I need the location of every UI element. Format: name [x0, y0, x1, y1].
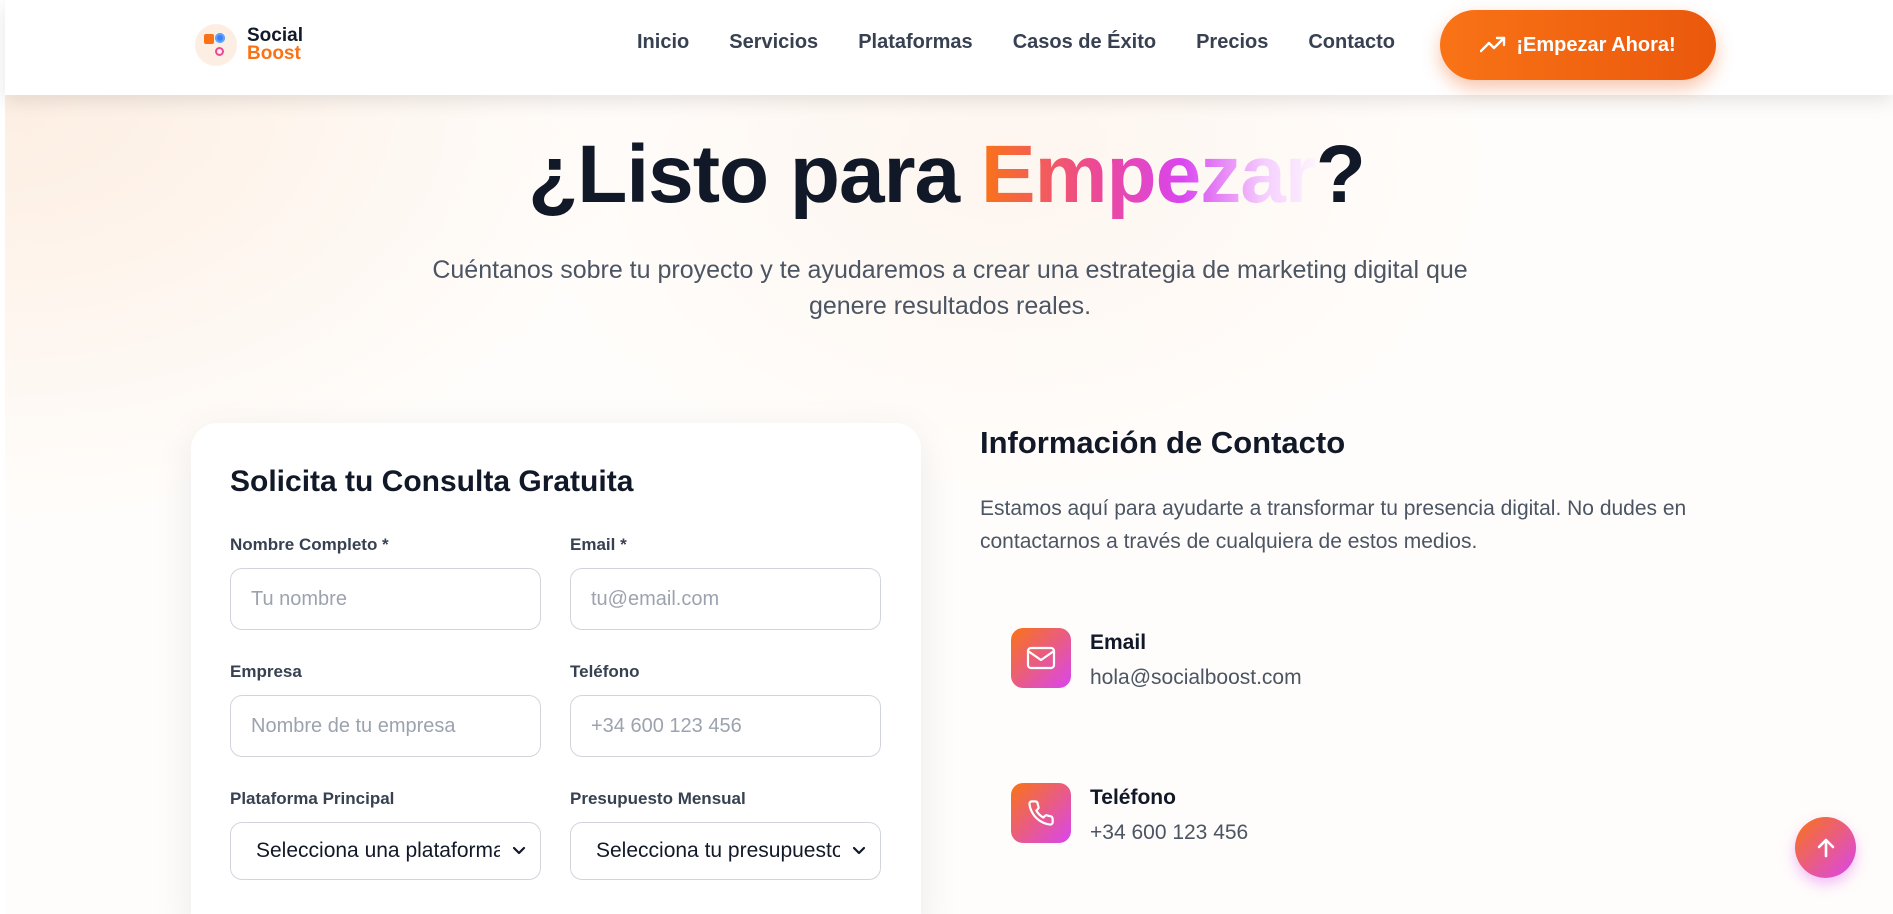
email-input[interactable] [570, 568, 881, 630]
hero-title-highlight: Empezar [980, 129, 1317, 220]
nav-item-inicio[interactable]: Inicio [637, 31, 689, 54]
phone-label: Teléfono [570, 662, 640, 681]
email-label: Email * [570, 535, 627, 554]
brand-logo[interactable]: Social Boost [195, 24, 303, 66]
chevron-down-icon [512, 846, 526, 855]
nav-item-plataformas[interactable]: Plataformas [858, 31, 973, 54]
contact-info-text: Estamos aquí para ayudarte a transformar… [980, 497, 1687, 553]
form-title: Solicita tu Consulta Gratuita [230, 465, 634, 498]
contact-info-title: Información de Contacto [980, 425, 1346, 460]
budget-select[interactable]: Selecciona tu presupuesto [570, 822, 881, 880]
platform-select[interactable]: Selecciona una plataforma [230, 822, 541, 880]
scroll-to-top-button[interactable] [1795, 817, 1856, 878]
arrow-up-icon [1817, 838, 1834, 857]
platform-label: Plataforma Principal [230, 789, 395, 808]
hero-title-suffix: ? [1315, 129, 1366, 220]
brand-name-line2: Boost [247, 43, 301, 64]
phone-input[interactable] [570, 695, 881, 757]
hero-title-prefix: ¿Listo para [528, 129, 981, 220]
name-label: Nombre Completo * [230, 535, 389, 554]
phone-icon [1011, 783, 1071, 843]
logo-mark-icon [195, 24, 237, 66]
nav-item-contacto[interactable]: Contacto [1308, 31, 1395, 54]
nav-item-servicios[interactable]: Servicios [729, 31, 818, 54]
nav-item-precios[interactable]: Precios [1196, 31, 1268, 54]
brand-name: Social Boost [247, 26, 303, 64]
company-label: Empresa [230, 662, 302, 681]
nav-item-casos-de-exito[interactable]: Casos de Éxito [1013, 31, 1156, 54]
mail-icon [1011, 628, 1071, 688]
consultation-form-card: Solicita tu Consulta Gratuita Nombre Com… [191, 423, 921, 914]
name-input[interactable] [230, 568, 541, 630]
start-now-button[interactable]: ¡Empezar Ahora! [1440, 10, 1716, 80]
contact-phone-label: Teléfono [1090, 786, 1176, 809]
hero-subtitle: Cuéntanos sobre tu proyecto y te ayudare… [432, 256, 1468, 320]
budget-label: Presupuesto Mensual [570, 789, 746, 808]
contact-email-value[interactable]: hola@socialboost.com [1090, 666, 1302, 690]
budget-select-value: Selecciona tu presupuesto [596, 839, 840, 862]
trending-up-icon [1480, 36, 1506, 53]
chevron-down-icon [852, 846, 866, 855]
platform-select-value: Selecciona una plataforma [256, 839, 500, 862]
hero-title: ¿Listo para Empezar? [0, 128, 1893, 222]
company-input[interactable] [230, 695, 541, 757]
site-header: Social Boost Inicio Servicios Plataforma… [5, 0, 1893, 95]
main-nav: Inicio Servicios Plataformas Casos de Éx… [637, 31, 1435, 54]
start-now-label: ¡Empezar Ahora! [1516, 33, 1676, 56]
contact-email-label: Email [1090, 631, 1147, 654]
contact-phone-value[interactable]: +34 600 123 456 [1090, 821, 1248, 845]
